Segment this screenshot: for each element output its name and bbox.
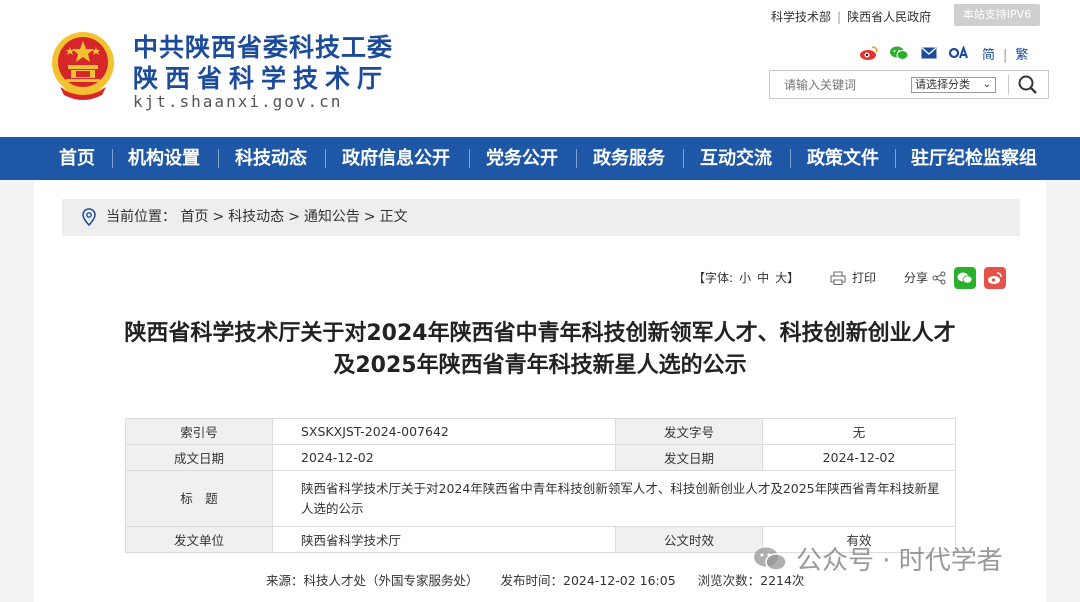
nav-tech-news[interactable]: 科技动态	[235, 137, 307, 180]
wechat-icon[interactable]	[888, 44, 910, 62]
watermark-text: 公众号 · 时代学者	[796, 546, 1003, 576]
nav-policies[interactable]: 政策文件	[807, 137, 879, 180]
divider	[683, 149, 684, 168]
source-text: 来源：科技人才处（外国专家服务处）	[266, 573, 479, 588]
issuer-label: 发文单位	[125, 526, 273, 553]
font-large-button[interactable]: 大】	[775, 271, 799, 285]
search-input[interactable]	[784, 78, 904, 92]
table-row: 索引号 SXSKXJST-2024-007642 发文字号 无	[125, 418, 956, 445]
printer-icon	[830, 271, 846, 285]
article-title: 陕西省科学技术厅关于对2024年陕西省中青年科技创新领军人才、科技创新创业人才 …	[34, 318, 1046, 382]
font-small-button[interactable]: 小	[739, 271, 751, 285]
divider	[325, 149, 326, 168]
share-wechat-button[interactable]	[954, 267, 977, 289]
breadcrumb-current: 正文	[379, 209, 408, 225]
font-size-tools: 【字体: 小中大】	[693, 266, 805, 290]
index-label: 索引号	[125, 418, 273, 445]
watermark: 公众号 · 时代学者	[752, 540, 1003, 577]
weibo-icon[interactable]	[858, 44, 880, 62]
issuer-value: 陕西省科学技术厅	[272, 526, 616, 553]
breadcrumb-separator: >	[363, 209, 376, 225]
nav-interaction[interactable]: 互动交流	[700, 137, 772, 180]
breadcrumb-separator: >	[288, 209, 300, 225]
article-panel: 当前位置： 首页 > 科技动态 > 通知公告 > 正文 【字体: 小中大】 打印 分享 陕西省…	[34, 180, 1046, 602]
divider	[895, 149, 896, 168]
font-size-label: 【字体:	[693, 271, 734, 285]
validity-label: 公文时效	[615, 526, 763, 553]
breadcrumb-label: 当前位置：	[106, 209, 176, 225]
print-label: 打印	[852, 271, 877, 285]
divider	[1008, 75, 1009, 95]
share-label: 分享	[904, 271, 929, 285]
divider	[469, 149, 470, 168]
divider	[218, 149, 219, 168]
nav-organization[interactable]: 机构设置	[128, 137, 200, 180]
table-row: 成文日期 2024-12-02 发文日期 2024-12-02	[125, 444, 956, 471]
search-box: 请选择分类 ⌄	[769, 70, 1049, 99]
site-header: 中共陕西省委科技工委 陕西省科学技术厅 kjt.shaanxi.gov.cn 科…	[0, 0, 1080, 137]
share-weibo-button[interactable]	[984, 267, 1007, 289]
category-select-value: 请选择分类	[915, 78, 970, 91]
breadcrumb-notices[interactable]: 通知公告	[304, 209, 360, 225]
oa-icon[interactable]	[948, 44, 970, 62]
location-pin-icon	[82, 208, 96, 226]
link-most[interactable]: 科学技术部	[771, 10, 831, 24]
print-button[interactable]: 打印	[830, 266, 876, 290]
article-source-info: 来源：科技人才处（外国专家服务处） 发布时间：2024-12-02 16:05 …	[266, 570, 822, 589]
ipv6-badge: 本站支持IPV6	[954, 4, 1040, 26]
wechat-icon	[957, 272, 973, 284]
divider: |	[837, 10, 842, 24]
weibo-icon	[988, 272, 1002, 284]
site-url: kjt.shaanxi.gov.cn	[133, 92, 343, 111]
article-title-line2: 及2025年陕西省青年科技新星人选的公示	[333, 353, 747, 378]
breadcrumb: 当前位置： 首页 > 科技动态 > 通知公告 > 正文	[62, 199, 1020, 236]
pubdate-label: 发文日期	[615, 444, 763, 471]
wechat-watermark-icon	[754, 547, 787, 571]
site-title-line2: 陕西省科学技术厅	[133, 64, 390, 93]
category-select[interactable]: 请选择分类 ⌄	[911, 77, 996, 93]
font-medium-button[interactable]: 中	[757, 271, 769, 285]
divider	[112, 149, 113, 168]
main-nav: 首页 机构设置 科技动态 政府信息公开 党务公开 政务服务 互动交流 政策文件 …	[0, 137, 1080, 180]
date-label: 成文日期	[125, 444, 273, 471]
lang-simplified[interactable]: 简	[982, 48, 995, 63]
nav-gov-info[interactable]: 政府信息公开	[342, 137, 450, 180]
top-links: 科学技术部 | 陕西省人民政府	[771, 8, 931, 25]
nav-party-affairs[interactable]: 党务公开	[486, 137, 558, 180]
subject-label: 标 题	[125, 470, 273, 527]
nav-gov-services[interactable]: 政务服务	[593, 137, 665, 180]
nav-home[interactable]: 首页	[59, 137, 95, 180]
chevron-down-icon: ⌄	[982, 79, 991, 90]
breadcrumb-home[interactable]: 首页	[180, 209, 208, 225]
date-value: 2024-12-02	[272, 444, 616, 471]
language-switch: 简 | 繁	[982, 44, 1028, 63]
table-row: 标 题 陕西省科学技术厅关于对2024年陕西省中青年科技创新领军人才、科技创新创…	[125, 470, 956, 527]
document-meta-table: 索引号 SXSKXJST-2024-007642 发文字号 无 成文日期 202…	[125, 418, 956, 553]
pubdate-value: 2024-12-02	[762, 444, 956, 471]
subject-value: 陕西省科学技术厅关于对2024年陕西省中青年科技创新领军人才、科技创新创业人才及…	[272, 470, 956, 527]
breadcrumb-separator: >	[212, 209, 225, 225]
publish-time: 发布时间：2024-12-02 16:05	[500, 573, 676, 588]
mail-icon[interactable]	[918, 44, 940, 62]
link-provincial-gov[interactable]: 陕西省人民政府	[847, 10, 931, 24]
search-icon[interactable]	[1016, 74, 1040, 96]
divider: |	[1003, 47, 1008, 63]
docno-value: 无	[762, 418, 956, 445]
index-value: SXSKXJST-2024-007642	[272, 418, 616, 445]
share-tools: 分享	[904, 266, 1007, 290]
share-icon	[932, 271, 946, 285]
article-title-line1: 陕西省科学技术厅关于对2024年陕西省中青年科技创新领军人才、科技创新创业人才	[124, 321, 956, 346]
breadcrumb-trail: 当前位置： 首页 > 科技动态 > 通知公告 > 正文	[106, 199, 408, 236]
nav-discipline-inspection[interactable]: 驻厅纪检监察组	[911, 137, 1037, 180]
social-icons: 简 | 繁	[858, 44, 1028, 63]
national-emblem-icon	[52, 32, 114, 100]
docno-label: 发文字号	[615, 418, 763, 445]
divider	[790, 149, 791, 168]
breadcrumb-tech-news[interactable]: 科技动态	[228, 209, 284, 225]
divider	[576, 149, 577, 168]
lang-traditional[interactable]: 繁	[1015, 48, 1028, 63]
